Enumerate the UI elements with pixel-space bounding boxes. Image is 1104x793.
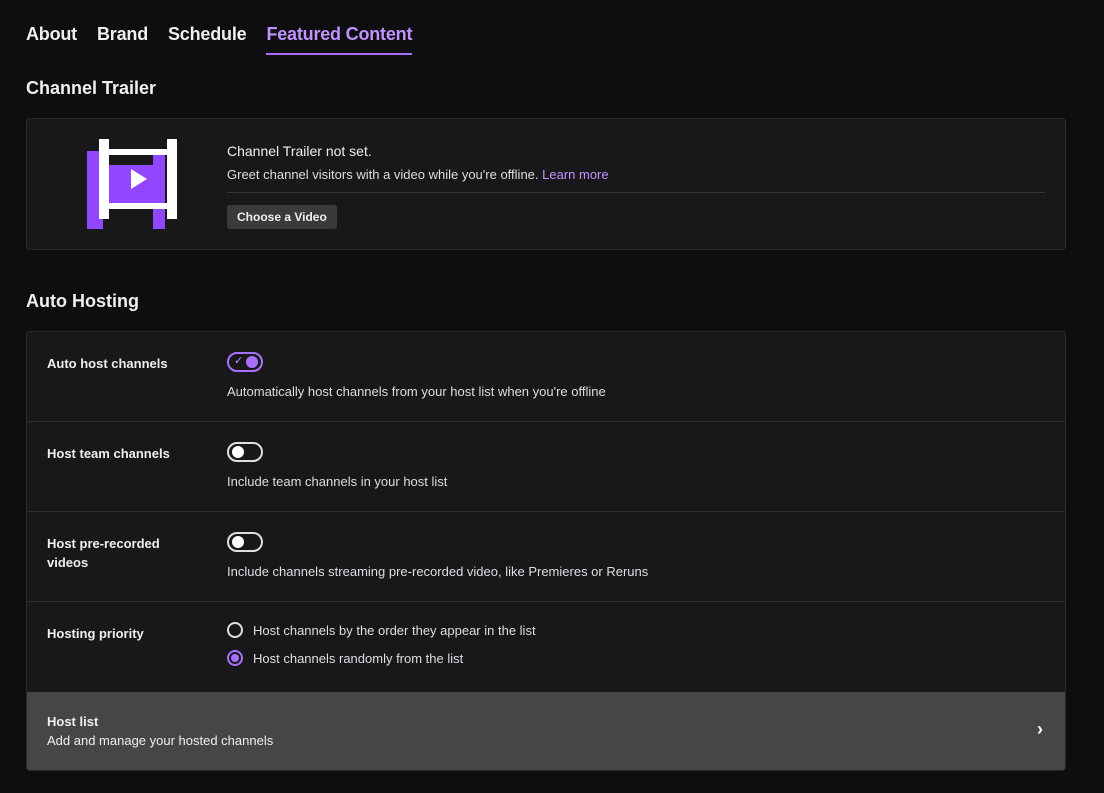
tab-featured-content[interactable]: Featured Content — [266, 24, 412, 55]
prerecorded-label: Host pre-recorded videos — [47, 536, 160, 570]
team-channels-row: Host team channels Include team channels… — [27, 422, 1065, 512]
radio-button-selected[interactable] — [227, 650, 243, 666]
tab-about[interactable]: About — [26, 24, 77, 55]
divider — [227, 192, 1045, 193]
hosting-priority-row: Hosting priority Host channels by the or… — [27, 602, 1065, 691]
settings-tabs: About Brand Schedule Featured Content — [26, 24, 432, 55]
priority-option-order[interactable]: Host channels by the order they appear i… — [227, 622, 536, 638]
host-list-title: Host list — [47, 714, 99, 729]
prerecorded-description: Include channels streaming pre-recorded … — [227, 564, 649, 579]
prerecorded-row: Host pre-recorded videos Include channel… — [27, 512, 1065, 602]
film-play-icon — [87, 139, 177, 229]
tab-schedule[interactable]: Schedule — [168, 24, 247, 55]
learn-more-link[interactable]: Learn more — [542, 167, 608, 182]
auto-hosting-heading: Auto Hosting — [26, 291, 139, 311]
radio-button[interactable] — [227, 622, 243, 638]
choose-video-button[interactable]: Choose a Video — [227, 205, 337, 229]
priority-option-label: Host channels by the order they appear i… — [253, 622, 536, 638]
auto-hosting-card: Auto host channels ✓ Automatically host … — [26, 331, 1066, 771]
channel-trailer-heading: Channel Trailer — [26, 78, 157, 98]
hosting-priority-label: Hosting priority — [47, 626, 144, 641]
auto-host-label: Auto host channels — [47, 356, 168, 371]
trailer-status: Channel Trailer not set. — [227, 143, 372, 159]
priority-option-random[interactable]: Host channels randomly from the list — [227, 650, 536, 666]
prerecorded-toggle[interactable] — [227, 532, 263, 552]
auto-host-row: Auto host channels ✓ Automatically host … — [27, 332, 1065, 422]
team-channels-description: Include team channels in your host list — [227, 474, 448, 489]
team-channels-toggle[interactable] — [227, 442, 263, 462]
auto-host-toggle[interactable]: ✓ — [227, 352, 263, 372]
tab-brand[interactable]: Brand — [97, 24, 148, 55]
host-list-subtitle: Add and manage your hosted channels — [47, 733, 274, 748]
team-channels-label: Host team channels — [47, 446, 170, 461]
trailer-description: Greet channel visitors with a video whil… — [227, 167, 1045, 182]
priority-option-label: Host channels randomly from the list — [253, 650, 464, 666]
channel-trailer-card: Channel Trailer not set. Greet channel v… — [26, 118, 1066, 250]
chevron-right-icon: › — [1037, 719, 1043, 739]
trailer-description-text: Greet channel visitors with a video whil… — [227, 167, 539, 182]
host-list-link[interactable]: Host list Add and manage your hosted cha… — [27, 692, 1065, 770]
check-icon: ✓ — [234, 355, 244, 367]
auto-host-description: Automatically host channels from your ho… — [227, 384, 606, 399]
